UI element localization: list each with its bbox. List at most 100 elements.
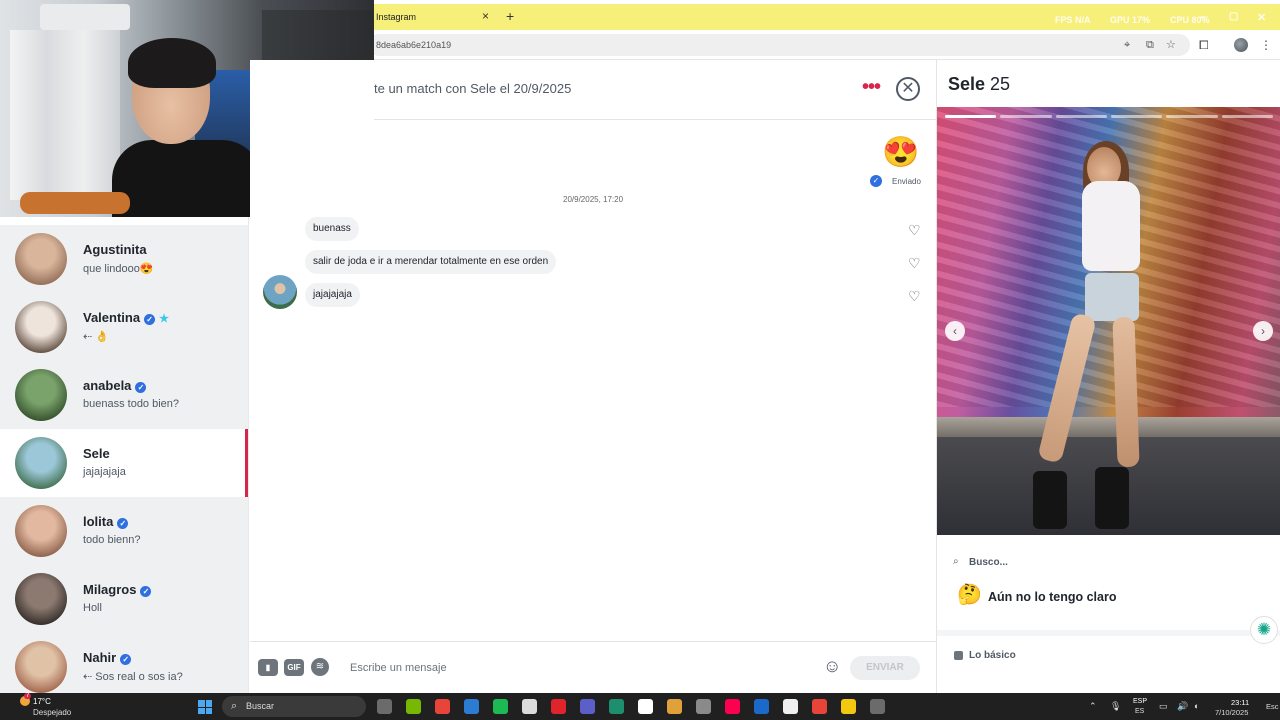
start-button-icon[interactable]: [198, 700, 212, 714]
message-bubble[interactable]: salir de joda e ir a merendar totalmente…: [305, 250, 557, 274]
more-options-icon[interactable]: •••: [862, 76, 881, 99]
chat-header: te un match con Sele el 20/9/2025 ••• ✕: [374, 60, 936, 120]
photo-progress-segment[interactable]: [1221, 115, 1273, 118]
match-last-message: que lindooo😍: [83, 263, 154, 275]
taskbar-app-icon[interactable]: [406, 699, 421, 714]
url-text[interactable]: 8dea6ab6e210a19: [376, 34, 451, 56]
maximize-icon[interactable]: ▢: [1229, 11, 1238, 22]
weather-temperature[interactable]: 17°C: [33, 697, 51, 706]
taskbar-app-icon[interactable]: [464, 699, 479, 714]
taskbar-app-icon[interactable]: [783, 699, 798, 714]
match-name-wrap: Nahir ✓: [83, 650, 132, 665]
network-icon[interactable]: ▭: [1159, 698, 1168, 714]
photo-progress-segment[interactable]: [1166, 115, 1218, 118]
extensions-icon[interactable]: ⧠: [1199, 37, 1209, 53]
battery-icon[interactable]: ◐: [1194, 698, 1199, 714]
show-hidden-icons-icon[interactable]: ⌃: [1089, 698, 1097, 714]
sender-avatar[interactable]: [263, 275, 297, 309]
streamer-hair: [128, 38, 216, 88]
language-code[interactable]: ESP: [1133, 698, 1147, 705]
taskbar-app-icon[interactable]: [696, 699, 711, 714]
star-icon: ★: [159, 313, 169, 325]
volume-icon[interactable]: 🔊: [1177, 698, 1188, 714]
profile-photo[interactable]: ‹ ›: [937, 107, 1280, 535]
esc-indicator: Esc: [1266, 702, 1279, 711]
like-heart-icon[interactable]: ♡: [908, 222, 921, 238]
message-bubble[interactable]: buenass: [305, 217, 359, 241]
bookmark-star-icon[interactable]: ☆: [1166, 37, 1176, 53]
send-button[interactable]: ENVIAR: [850, 656, 920, 680]
air-conditioner: [40, 4, 130, 30]
windows-taskbar: 7 17°C Despejado ⌕ Buscar ⌃ 🎙 ESP ES ▭ 🔊…: [0, 693, 1280, 720]
close-tab-icon[interactable]: ×: [482, 9, 489, 23]
weather-description[interactable]: Despejado: [33, 708, 71, 717]
match-row-milagros[interactable]: Milagros ✓ Holl: [0, 565, 248, 633]
basics-section-title: Lo básico: [969, 650, 1016, 661]
ai-assistant-icon[interactable]: ✺: [1250, 616, 1278, 644]
search-icon: ⌕: [231, 700, 238, 712]
match-row-lolita[interactable]: lolita ✓ todo bienn?: [0, 497, 248, 565]
taskbar-app-icon[interactable]: [725, 699, 740, 714]
message-bubble[interactable]: jajajajaja: [305, 283, 360, 307]
match-row-nahir[interactable]: Nahir ✓ ⇠ Sos real o sos ia?: [0, 633, 248, 693]
taskbar-app-icon[interactable]: [551, 699, 566, 714]
new-tab-button[interactable]: +: [506, 8, 514, 24]
photo-progress-segment[interactable]: [1110, 115, 1163, 118]
install-icon[interactable]: ⧉: [1146, 37, 1154, 53]
taskbar-search[interactable]: ⌕ Buscar: [222, 696, 366, 717]
minimize-icon[interactable]: –: [1200, 11, 1206, 23]
match-row-anabela[interactable]: anabela ✓ buenass todo bien?: [0, 361, 248, 429]
sent-emoji-message: 😍: [882, 136, 920, 169]
window-close-icon[interactable]: ✕: [1257, 11, 1266, 24]
clock-time[interactable]: 23:11: [1231, 698, 1249, 707]
sent-status: Enviado: [892, 177, 921, 186]
match-row-sele[interactable]: Sele jajajajaja: [0, 429, 248, 497]
match-row-valentina[interactable]: Valentina ✓ ★ ⇠ 👌: [0, 293, 248, 361]
next-photo-icon[interactable]: ›: [1253, 321, 1273, 341]
keyboard-layout[interactable]: ES: [1135, 708, 1144, 715]
taskbar-app-icon[interactable]: [841, 699, 856, 714]
sticker-icon[interactable]: ▮: [258, 659, 278, 676]
profile-avatar[interactable]: [1234, 38, 1248, 52]
message-timestamp: 20/9/2025, 17:20: [563, 195, 624, 204]
gif-button[interactable]: GIF: [284, 659, 304, 676]
like-heart-icon[interactable]: ♡: [908, 255, 921, 271]
match-name: lolita: [83, 514, 114, 529]
match-name-wrap: lolita ✓: [83, 514, 129, 529]
match-name: anabela: [83, 378, 132, 393]
taskbar-app-icon[interactable]: [667, 699, 682, 714]
verified-badge-icon: ✓: [120, 654, 132, 665]
message-input[interactable]: [350, 657, 810, 679]
spotify-icon[interactable]: ≋: [311, 658, 329, 676]
taskbar-app-icon[interactable]: [812, 699, 827, 714]
previous-photo-icon[interactable]: ‹: [945, 321, 965, 341]
taskbar-app-icon[interactable]: [609, 699, 624, 714]
taskbar-app-icon[interactable]: [493, 699, 508, 714]
photo-progress-segment[interactable]: [945, 115, 997, 118]
match-last-message: ⇠ Sos real o sos ia?: [83, 671, 183, 683]
menu-icon[interactable]: ⋮: [1260, 37, 1272, 53]
match-row-agustinita[interactable]: Agustinita que lindooo😍: [0, 225, 248, 293]
omnibox[interactable]: 8dea6ab6e210a19 ⌖ ⧉ ☆: [368, 34, 1190, 56]
profile-panel: Sele 25 ‹ › ⌕ Busco... 🤔 Aún no lo tengo…: [936, 60, 1280, 693]
taskbar-app-icon[interactable]: [580, 699, 595, 714]
match-list: Agustinita que lindooo😍 Valentina ✓ ★ ⇠ 👌 …: [0, 217, 249, 693]
match-date-title: te un match con Sele el 20/9/2025: [374, 81, 572, 96]
taskbar-app-icon[interactable]: [435, 699, 450, 714]
taskbar-app-icon[interactable]: [638, 699, 653, 714]
photo-progress-bars: [945, 115, 1273, 118]
emoji-picker-icon[interactable]: ☺: [823, 656, 841, 676]
browser-tab[interactable]: Instagram: [368, 6, 498, 28]
taskbar-app-icon[interactable]: [377, 699, 392, 714]
taskbar-app-icon[interactable]: [870, 699, 885, 714]
microphone-icon[interactable]: 🎙: [1110, 698, 1121, 714]
clock-date[interactable]: 7/10/2025: [1215, 708, 1248, 717]
photo-progress-segment[interactable]: [1055, 115, 1107, 118]
taskbar-app-icon[interactable]: [522, 699, 537, 714]
close-chat-icon[interactable]: ✕: [896, 77, 920, 101]
like-heart-icon[interactable]: ♡: [908, 288, 921, 304]
location-icon[interactable]: ⌖: [1124, 37, 1130, 53]
taskbar-app-icon[interactable]: [754, 699, 769, 714]
photo-progress-segment[interactable]: [1000, 115, 1052, 118]
avatar: [15, 301, 67, 353]
